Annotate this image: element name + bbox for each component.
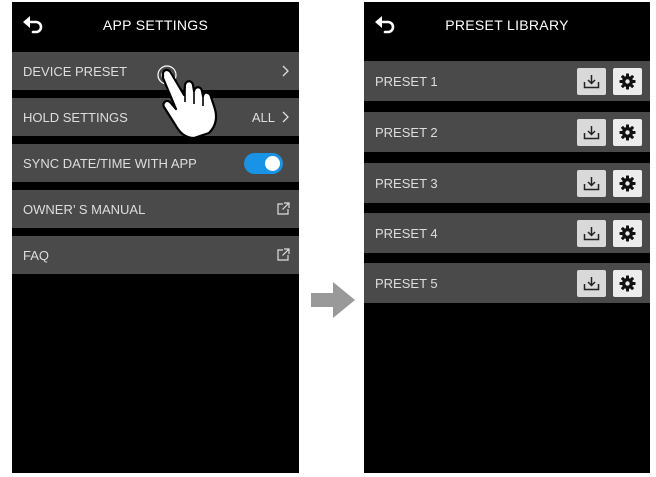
- hold-settings-value: ALL: [251, 109, 275, 125]
- gear-icon: [619, 73, 636, 90]
- faq-label: FAQ: [23, 247, 50, 263]
- sync-datetime-toggle[interactable]: [244, 153, 283, 174]
- preset-label: PRESET 2: [375, 124, 438, 140]
- preset-library-header: PRESET LIBRARY: [364, 2, 650, 46]
- preset-settings-button[interactable]: [613, 119, 642, 146]
- faq-item[interactable]: FAQ: [12, 236, 299, 274]
- preset-row-3: PRESET 3: [364, 163, 650, 203]
- preset-row-1: PRESET 1: [364, 61, 650, 101]
- toggle-knob: [265, 156, 280, 171]
- app-settings-header: APP SETTINGS: [12, 2, 299, 46]
- preset-label: PRESET 4: [375, 225, 438, 241]
- download-icon: [583, 126, 600, 140]
- preset-label: PRESET 3: [375, 175, 438, 191]
- external-link-icon: [277, 248, 290, 261]
- download-icon: [583, 177, 600, 191]
- download-icon: [583, 227, 600, 241]
- owners-manual-item[interactable]: OWNER’ S MANUAL: [12, 190, 299, 228]
- right-arrow-icon: [311, 282, 355, 318]
- preset-settings-button[interactable]: [613, 270, 642, 297]
- preset-row-2: PRESET 2: [364, 112, 650, 152]
- preset-settings-button[interactable]: [613, 220, 642, 247]
- preset-library-screen: PRESET LIBRARY PRESET 1 PRESET 2 PRESET …: [364, 2, 650, 473]
- preset-label: PRESET 5: [375, 275, 438, 291]
- preset-settings-button[interactable]: [613, 68, 642, 95]
- gear-icon: [619, 275, 636, 292]
- gear-icon: [619, 175, 636, 192]
- download-button[interactable]: [577, 220, 606, 247]
- gear-icon: [619, 225, 636, 242]
- sync-datetime-item: SYNC DATE/TIME WITH APP: [12, 144, 299, 182]
- chevron-right-icon: [282, 111, 289, 123]
- app-settings-screen: APP SETTINGS DEVICE PRESET HOLD SETTINGS…: [12, 2, 299, 473]
- download-button[interactable]: [577, 270, 606, 297]
- external-link-icon: [277, 202, 290, 215]
- download-button[interactable]: [577, 119, 606, 146]
- preset-row-5: PRESET 5: [364, 263, 650, 303]
- download-button[interactable]: [577, 68, 606, 95]
- page-title: APP SETTINGS: [102, 17, 209, 33]
- page-title: PRESET LIBRARY: [445, 17, 569, 33]
- preset-row-4: PRESET 4: [364, 213, 650, 253]
- gear-icon: [619, 124, 636, 141]
- download-icon: [583, 75, 600, 89]
- download-icon: [583, 277, 600, 291]
- download-button[interactable]: [577, 170, 606, 197]
- chevron-right-icon: [282, 65, 289, 77]
- owners-manual-label: OWNER’ S MANUAL: [23, 201, 146, 217]
- pointing-hand-icon: [157, 65, 218, 140]
- preset-label: PRESET 1: [375, 73, 438, 89]
- preset-settings-button[interactable]: [613, 170, 642, 197]
